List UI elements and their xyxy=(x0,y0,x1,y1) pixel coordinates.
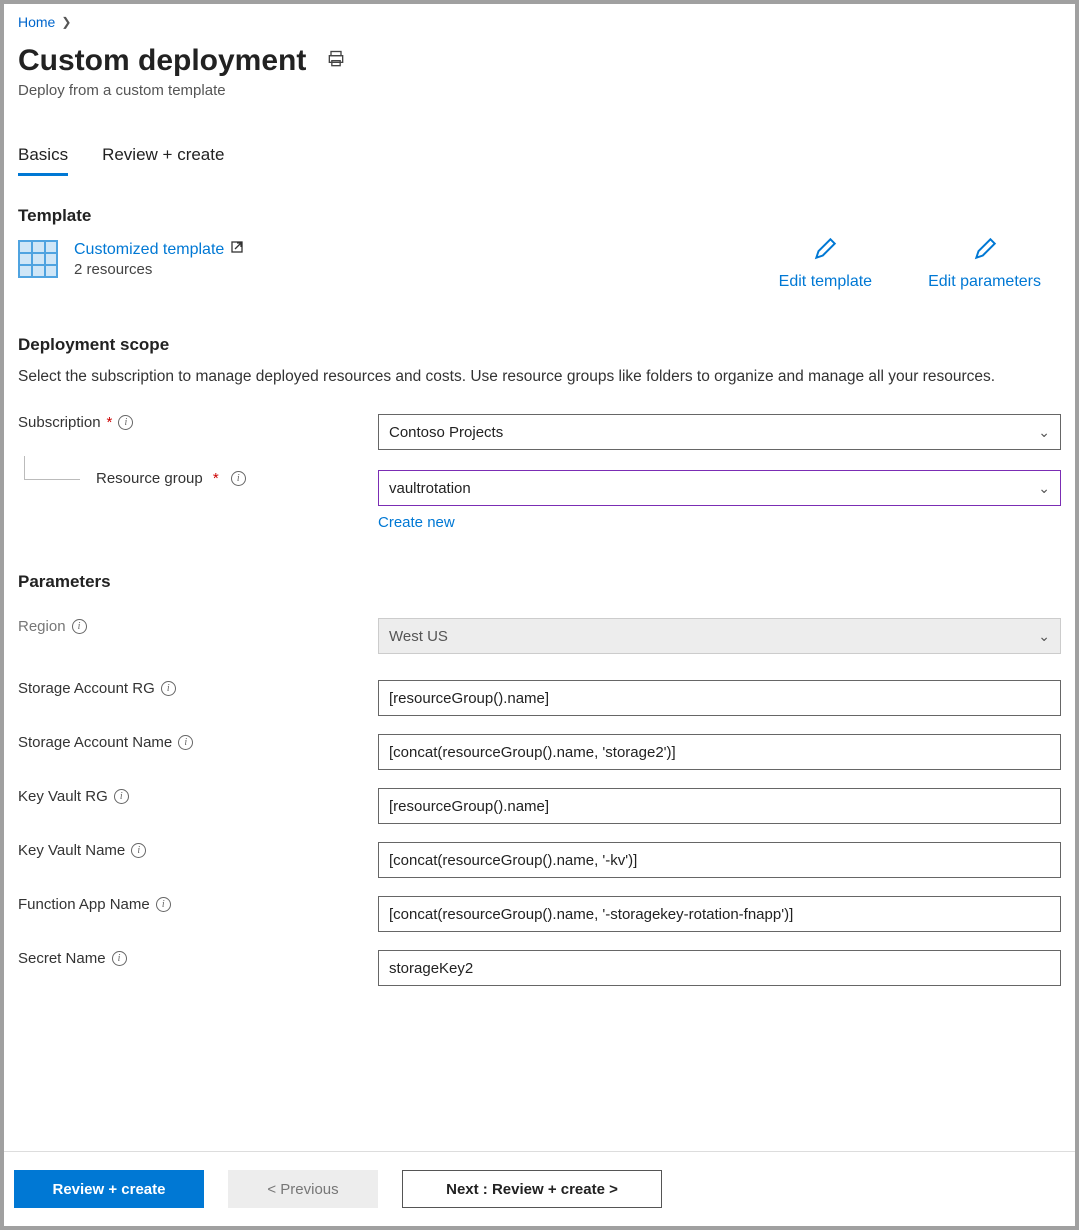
section-parameters-heading: Parameters xyxy=(18,572,1061,592)
info-icon[interactable]: i xyxy=(178,735,193,750)
previous-button[interactable]: < Previous xyxy=(228,1170,378,1208)
print-icon[interactable] xyxy=(326,49,346,74)
edit-parameters-label: Edit parameters xyxy=(928,273,1041,291)
scope-description: Select the subscription to manage deploy… xyxy=(18,365,1061,388)
storage-account-name-input[interactable] xyxy=(378,734,1061,770)
section-template-heading: Template xyxy=(18,206,1061,226)
subscription-value: Contoso Projects xyxy=(389,424,503,441)
review-create-button[interactable]: Review + create xyxy=(14,1170,204,1208)
resource-group-value: vaultrotation xyxy=(389,480,471,497)
create-new-link[interactable]: Create new xyxy=(378,514,455,531)
info-icon[interactable]: i xyxy=(161,681,176,696)
page-title: Custom deployment xyxy=(18,44,306,78)
tab-review-create[interactable]: Review + create xyxy=(102,145,224,176)
region-label-row: Region i xyxy=(18,618,378,635)
customized-template-label: Customized template xyxy=(74,241,224,259)
function-app-name-label-row: Function App Name i xyxy=(18,896,378,913)
info-icon[interactable]: i xyxy=(118,415,133,430)
edit-template-label: Edit template xyxy=(779,273,872,291)
pencil-icon xyxy=(972,236,998,273)
key-vault-rg-input[interactable] xyxy=(378,788,1061,824)
tree-line xyxy=(24,456,80,480)
info-icon[interactable]: i xyxy=(114,789,129,804)
template-resource-count: 2 resources xyxy=(74,261,244,278)
key-vault-name-label: Key Vault Name xyxy=(18,842,125,859)
required-asterisk: * xyxy=(209,470,219,487)
breadcrumb-home[interactable]: Home xyxy=(18,14,55,30)
key-vault-rg-label: Key Vault RG xyxy=(18,788,108,805)
chevron-down-icon: ⌄ xyxy=(1038,628,1050,645)
next-button[interactable]: Next : Review + create > xyxy=(402,1170,662,1208)
pencil-icon xyxy=(812,236,838,273)
key-vault-name-input[interactable] xyxy=(378,842,1061,878)
chevron-down-icon: ⌄ xyxy=(1038,480,1050,497)
storage-account-name-label: Storage Account Name xyxy=(18,734,172,751)
resource-group-label: Resource group xyxy=(96,470,203,487)
info-icon[interactable]: i xyxy=(72,619,87,634)
storage-account-rg-label: Storage Account RG xyxy=(18,680,155,697)
secret-name-label-row: Secret Name i xyxy=(18,950,378,967)
subscription-label-row: Subscription * i xyxy=(18,414,378,431)
customized-template-link[interactable]: Customized template xyxy=(74,240,244,259)
key-vault-name-label-row: Key Vault Name i xyxy=(18,842,378,859)
resource-group-label-row: Resource group * i xyxy=(18,470,378,487)
info-icon[interactable]: i xyxy=(156,897,171,912)
key-vault-rg-label-row: Key Vault RG i xyxy=(18,788,378,805)
edit-parameters-link[interactable]: Edit parameters xyxy=(928,236,1041,291)
external-link-icon xyxy=(230,240,244,259)
tabs: Basics Review + create xyxy=(18,145,1061,176)
chevron-right-icon: ❯ xyxy=(61,15,71,29)
storage-account-name-label-row: Storage Account Name i xyxy=(18,734,378,751)
secret-name-input[interactable] xyxy=(378,950,1061,986)
chevron-down-icon: ⌄ xyxy=(1038,424,1050,441)
info-icon[interactable]: i xyxy=(112,951,127,966)
tab-basics[interactable]: Basics xyxy=(18,145,68,176)
region-value: West US xyxy=(389,628,448,645)
function-app-name-label: Function App Name xyxy=(18,896,150,913)
storage-account-rg-input[interactable] xyxy=(378,680,1061,716)
breadcrumb: Home ❯ xyxy=(18,14,1061,30)
template-grid-icon xyxy=(18,240,58,283)
page-subtitle: Deploy from a custom template xyxy=(18,82,1061,99)
edit-template-link[interactable]: Edit template xyxy=(779,236,872,291)
info-icon[interactable]: i xyxy=(231,471,246,486)
required-asterisk: * xyxy=(107,414,113,431)
region-label: Region xyxy=(18,618,66,635)
region-select: West US ⌄ xyxy=(378,618,1061,654)
section-scope-heading: Deployment scope xyxy=(18,335,1061,355)
storage-account-rg-label-row: Storage Account RG i xyxy=(18,680,378,697)
footer: Review + create < Previous Next : Review… xyxy=(4,1151,1075,1226)
secret-name-label: Secret Name xyxy=(18,950,106,967)
resource-group-select[interactable]: vaultrotation ⌄ xyxy=(378,470,1061,506)
subscription-select[interactable]: Contoso Projects ⌄ xyxy=(378,414,1061,450)
info-icon[interactable]: i xyxy=(131,843,146,858)
function-app-name-input[interactable] xyxy=(378,896,1061,932)
subscription-label: Subscription xyxy=(18,414,101,431)
